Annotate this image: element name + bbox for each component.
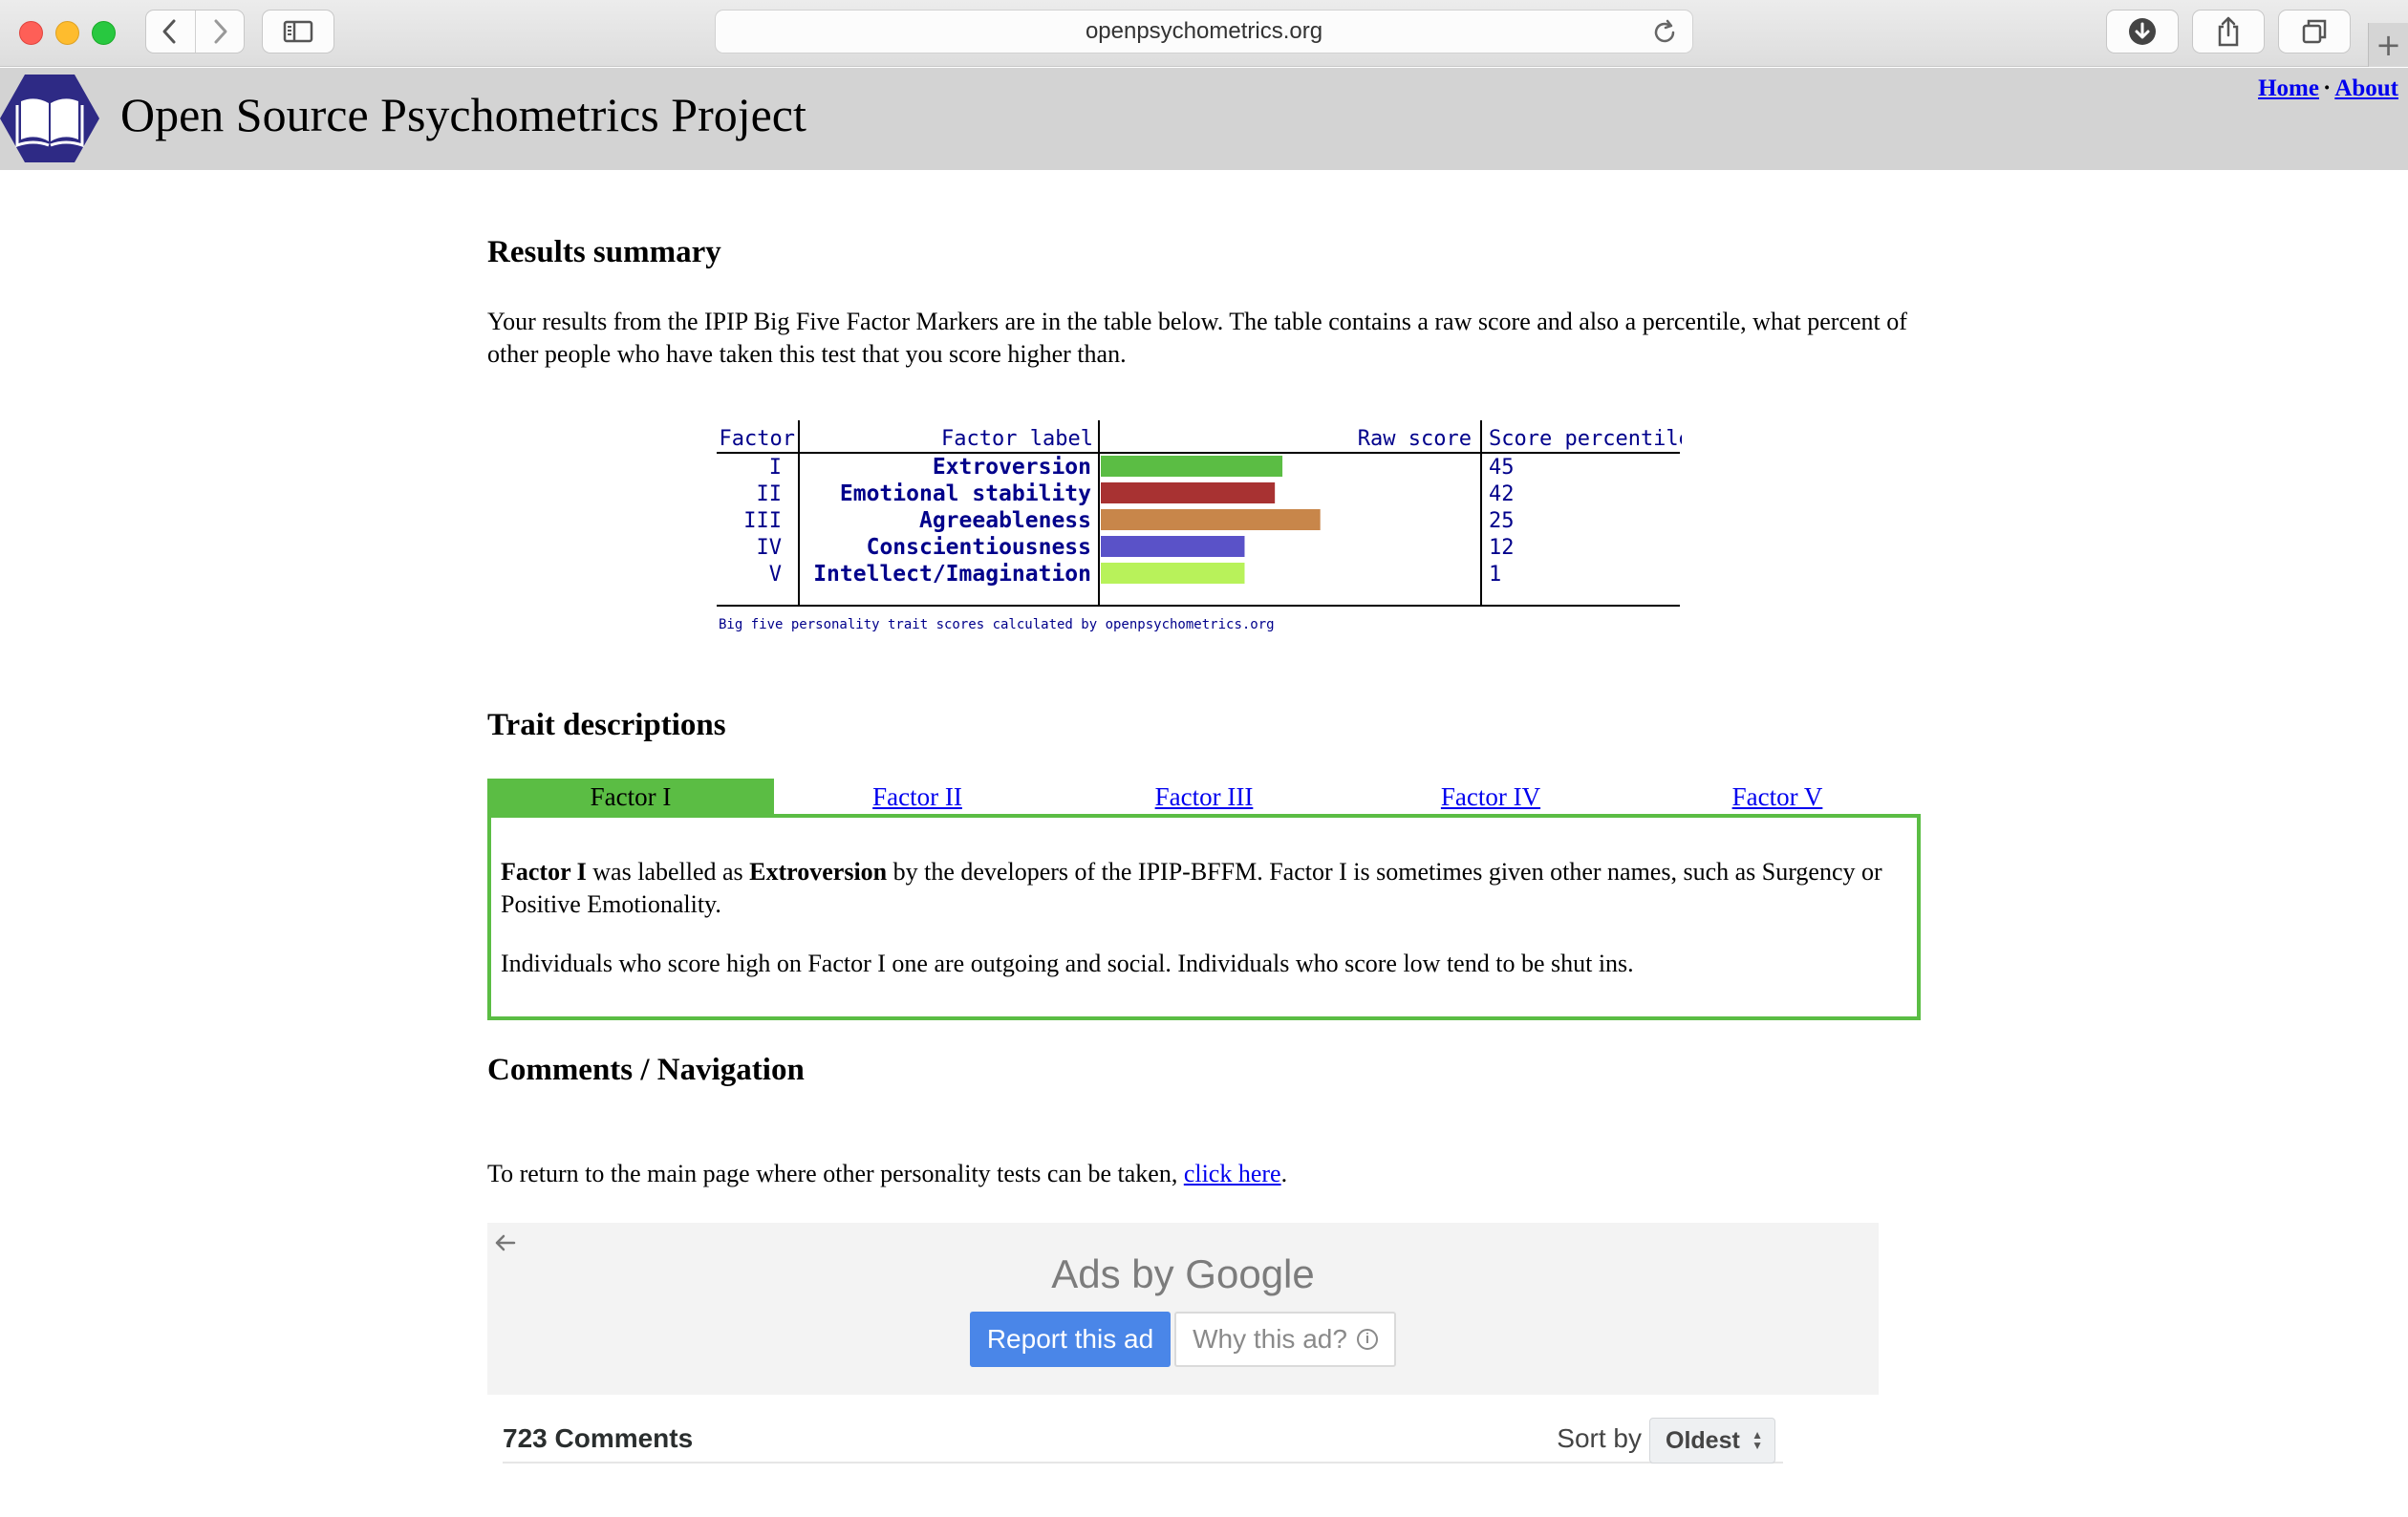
home-link[interactable]: Home bbox=[2258, 75, 2319, 101]
chart-factor-numeral: III bbox=[743, 509, 782, 533]
tab-factor-2[interactable]: Factor II bbox=[774, 779, 1061, 815]
chart-factor-label: Conscientiousness bbox=[867, 535, 1091, 560]
tab-factor-4[interactable]: Factor IV bbox=[1347, 779, 1634, 815]
select-caret-icon: ▲ ▼ bbox=[1752, 1428, 1763, 1452]
sort-label: Sort by bbox=[1557, 1423, 1642, 1453]
about-link[interactable]: About bbox=[2334, 75, 2398, 101]
tab-factor-5[interactable]: Factor V bbox=[1634, 779, 1921, 815]
sort-value: Oldest bbox=[1666, 1426, 1740, 1454]
tab-link[interactable]: Factor V bbox=[1732, 782, 1823, 811]
tab-label: Factor I bbox=[590, 782, 672, 811]
chart-factor-label: Emotional stability bbox=[840, 481, 1091, 506]
chart-bar bbox=[1101, 563, 1245, 584]
chart-factor-label: Agreeableness bbox=[919, 508, 1091, 533]
why-this-ad-button[interactable]: Why this ad? i bbox=[1174, 1312, 1396, 1367]
close-window-button[interactable] bbox=[19, 21, 43, 45]
book-logo-icon[interactable] bbox=[0, 73, 99, 164]
chart-factor-numeral: V bbox=[769, 563, 782, 587]
reload-icon[interactable] bbox=[1650, 18, 1679, 47]
chart-factor-label: Intellect/Imagination bbox=[813, 562, 1091, 587]
chart-percentile-value: 45 bbox=[1489, 456, 1515, 480]
ad-panel: Ads by Google Report this ad Why this ad… bbox=[487, 1223, 1879, 1395]
comments-header: 723 Comments Sort by Oldest ▲ ▼ bbox=[503, 1410, 1783, 1464]
chart-factor-label: Extroversion bbox=[933, 455, 1091, 480]
zoom-window-button[interactable] bbox=[92, 21, 116, 45]
click-here-link[interactable]: click here bbox=[1184, 1160, 1281, 1187]
ad-buttons: Report this ad Why this ad? i bbox=[970, 1312, 1396, 1367]
chart-column-header: Factor label bbox=[941, 427, 1093, 451]
downloads-button[interactable] bbox=[2106, 10, 2179, 53]
site-title: Open Source Psychometrics Project bbox=[120, 88, 806, 141]
traits-heading: Trait descriptions bbox=[487, 708, 726, 742]
new-tab-icon: + bbox=[2376, 27, 2401, 63]
new-tab-button[interactable]: + bbox=[2368, 23, 2408, 67]
nav-button-group bbox=[145, 10, 245, 53]
top-nav: Home · About bbox=[2258, 75, 2398, 102]
chart-bar bbox=[1101, 482, 1276, 503]
factor-tabs: Factor I Factor II Factor III Factor IV … bbox=[487, 779, 1921, 815]
comments-nav-heading: Comments / Navigation bbox=[487, 1053, 805, 1087]
factor-description-panel: Factor I was labelled as Extroversion by… bbox=[487, 814, 1921, 1020]
tab-link[interactable]: Factor III bbox=[1155, 782, 1254, 811]
results-heading: Results summary bbox=[487, 235, 721, 269]
trait-name: Extroversion bbox=[749, 858, 888, 886]
big-five-score-chart: Factor Factor label Raw score Score percent… bbox=[717, 420, 1682, 632]
download-icon bbox=[2129, 18, 2156, 45]
report-ad-button[interactable]: Report this ad bbox=[970, 1312, 1171, 1367]
tab-factor-1[interactable]: Factor I bbox=[487, 779, 774, 815]
forward-icon bbox=[214, 19, 227, 44]
factor-name: Factor I bbox=[501, 858, 587, 886]
sidebar-icon bbox=[283, 20, 313, 43]
chart-percentile-value: 25 bbox=[1489, 509, 1515, 533]
results-intro: Your results from the IPIP Big Five Fact… bbox=[487, 308, 1907, 368]
chart-column-header: Score percentile bbox=[1489, 427, 1682, 451]
site-header: Open Source Psychometrics Project Home · A… bbox=[0, 68, 2408, 170]
chart-column-header: Factor bbox=[720, 427, 795, 451]
factor-description-2: Individuals who score high on Factor I o… bbox=[501, 950, 1634, 977]
comment-count: 723 Comments bbox=[503, 1423, 694, 1453]
chart-percentile-value: 12 bbox=[1489, 536, 1515, 560]
browser-toolbar: openpsychometrics.org bbox=[0, 0, 2408, 67]
chart-factor-numeral: I bbox=[769, 456, 782, 480]
share-button[interactable] bbox=[2192, 10, 2265, 53]
tab-link[interactable]: Factor IV bbox=[1441, 782, 1540, 811]
chart-column-header: Raw score bbox=[1358, 427, 1472, 451]
tab-factor-3[interactable]: Factor III bbox=[1061, 779, 1347, 815]
tab-overview-button[interactable] bbox=[2278, 10, 2351, 53]
why-label: Why this ad? bbox=[1193, 1324, 1347, 1354]
sort-select[interactable]: Oldest ▲ ▼ bbox=[1649, 1418, 1775, 1464]
tab-link[interactable]: Factor II bbox=[872, 782, 962, 811]
tabs-overview-icon bbox=[2302, 19, 2327, 44]
info-icon: i bbox=[1356, 1329, 1378, 1350]
back-icon bbox=[162, 19, 176, 44]
chart-bar bbox=[1101, 509, 1321, 530]
minimize-window-button[interactable] bbox=[55, 21, 79, 45]
chart-percentile-value: 42 bbox=[1489, 482, 1515, 506]
url-text: openpsychometrics.org bbox=[1085, 18, 1323, 44]
return-end: . bbox=[1280, 1160, 1288, 1187]
return-text: To return to the main page where other p… bbox=[487, 1160, 1184, 1187]
ads-by-google: Ads by Google bbox=[1051, 1251, 1315, 1296]
nav-separator: · bbox=[2322, 75, 2332, 101]
back-button[interactable] bbox=[146, 11, 195, 53]
share-icon bbox=[2218, 16, 2239, 47]
sidebar-toggle-button[interactable] bbox=[262, 10, 334, 53]
description-text: was labelled as bbox=[586, 858, 750, 886]
factor-description-1: Factor I was labelled as Extroversion by… bbox=[501, 856, 1907, 921]
address-bar[interactable]: openpsychometrics.org bbox=[715, 10, 1693, 53]
forward-button[interactable] bbox=[194, 11, 244, 53]
chart-percentile-value: 1 bbox=[1489, 563, 1501, 587]
chart-factor-numeral: II bbox=[757, 482, 783, 506]
chart-bar bbox=[1101, 456, 1283, 477]
chart-caption: Big five personality trait scores calcul… bbox=[719, 617, 1275, 632]
return-paragraph: To return to the main page where other p… bbox=[487, 1158, 1287, 1190]
chart-bar bbox=[1101, 536, 1245, 557]
chart-factor-numeral: IV bbox=[757, 536, 783, 560]
